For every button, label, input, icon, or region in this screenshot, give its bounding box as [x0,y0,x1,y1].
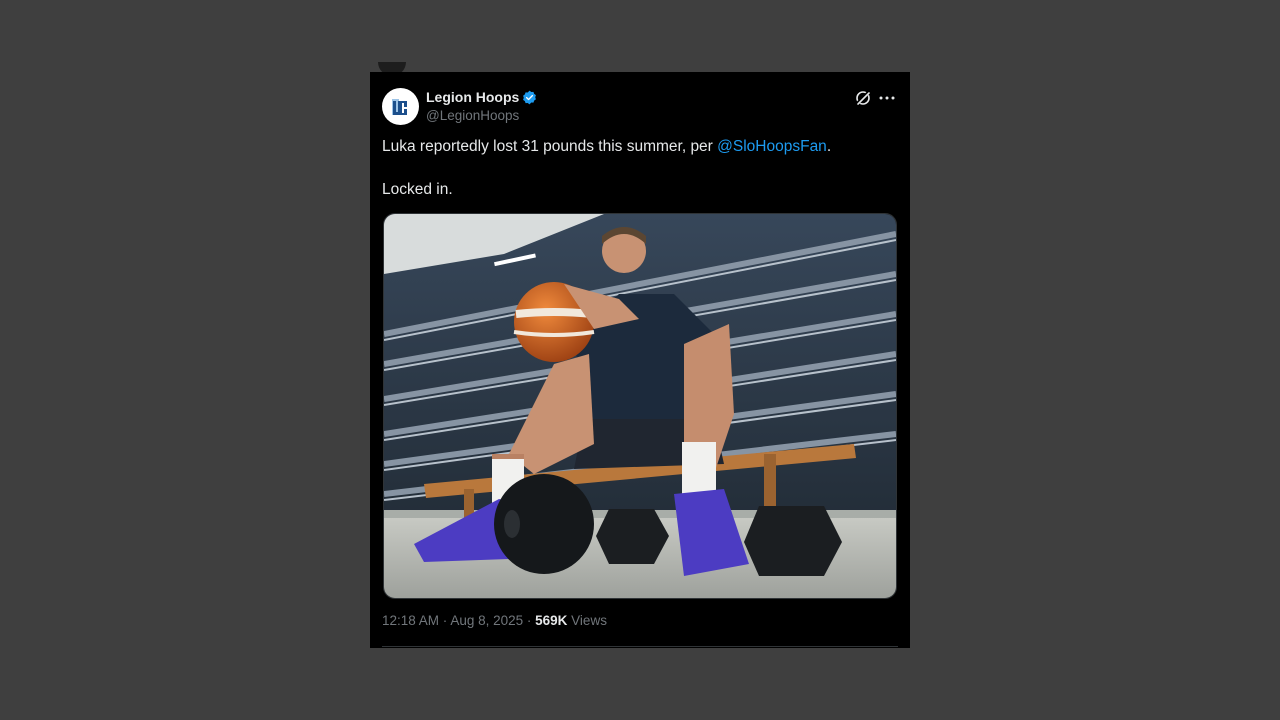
meta-separator: · [523,613,536,628]
avatar[interactable] [382,88,419,125]
divider [382,646,898,647]
tweet-text-line2: Locked in. [382,181,453,198]
mention-link[interactable]: @SloHoopsFan [717,138,827,155]
tweet-text-part: Luka reportedly lost 31 pounds this summ… [382,138,718,155]
more-options-button[interactable] [877,89,897,107]
tweet-meta: 12:18 AM · Aug 8, 2025 · 569K Views [382,613,607,628]
tweet-photo[interactable] [383,213,897,599]
player-photo [384,214,896,598]
grok-button[interactable] [854,89,872,107]
more-icon [879,96,895,100]
author-display-name[interactable]: Legion Hoops [426,89,519,105]
tweet-card: Legion Hoops @LegionHoops Luka reportedl… [370,72,910,648]
verified-badge-icon [523,90,537,104]
tweet-text: Luka reportedly lost 31 pounds this summ… [382,138,831,156]
tweet-text-end: . [826,138,832,155]
author-name-row: Legion Hoops [426,89,537,105]
meta-separator: · [439,613,451,628]
tweet-time[interactable]: 12:18 AM [382,613,439,628]
legion-hoops-logo-icon [389,96,412,117]
grok-icon [855,90,871,106]
views-label: Views [567,613,607,628]
views-count: 569K [535,613,568,628]
author-handle[interactable]: @LegionHoops [426,108,519,123]
tweet-date[interactable]: Aug 8, 2025 [450,613,523,628]
